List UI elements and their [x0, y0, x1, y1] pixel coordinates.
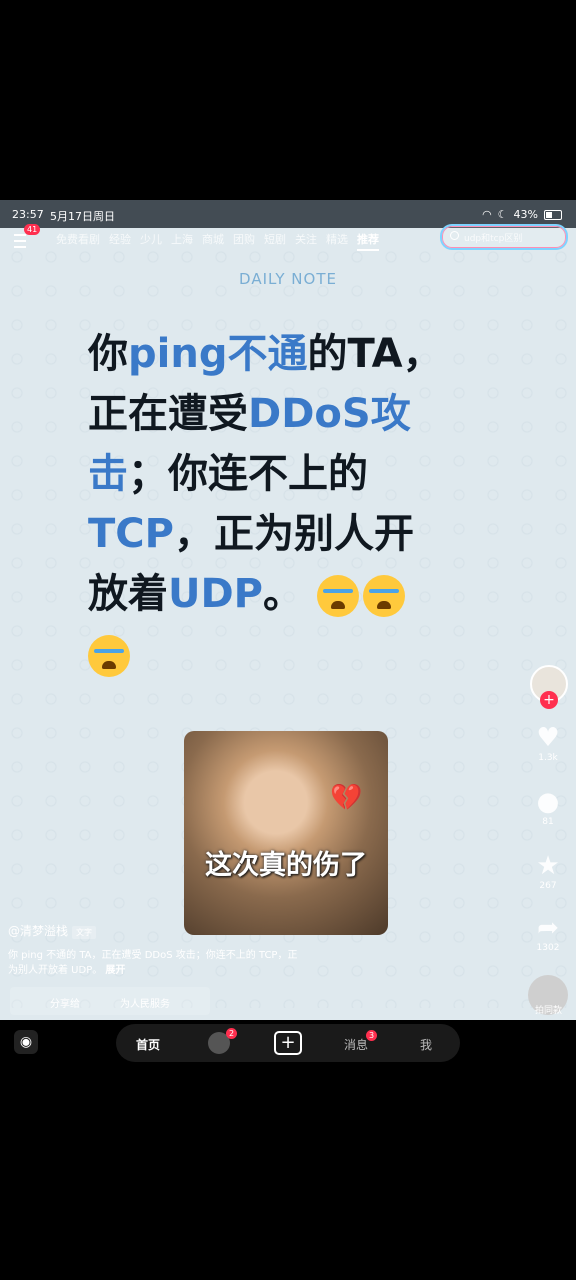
nav-me[interactable]: 我: [420, 1036, 432, 1053]
messages-badge: 3: [366, 1030, 378, 1041]
create-plus-icon[interactable]: +: [274, 1031, 302, 1055]
like-button[interactable]: ♥ 1.3k: [520, 723, 576, 763]
text: 正在遭受: [88, 391, 248, 437]
text-highlight: UDP: [168, 571, 263, 617]
search-placeholder: udp和tcp区别: [464, 234, 523, 244]
tab-group-buy[interactable]: 团购: [233, 231, 255, 251]
battery-text: 43%: [513, 208, 538, 221]
favorite-count: 267: [539, 881, 557, 891]
content-type-tag: 文字: [72, 926, 97, 939]
text: 你: [88, 331, 128, 377]
menu-icon[interactable]: [14, 234, 26, 248]
bottom-bar: ◉ 首页 2 + 消息 3 我: [0, 1020, 576, 1068]
text: 的TA，: [307, 331, 443, 377]
text: 。: [263, 571, 303, 617]
text: 放着: [88, 571, 168, 617]
battery-icon: [544, 209, 562, 220]
monkey-meme-image: 💔 这次真的伤了: [184, 731, 388, 935]
date: 5月17日周日: [50, 210, 115, 223]
text-highlight: DDoS攻: [248, 391, 411, 437]
author-handle: @清梦溢栈: [8, 924, 69, 938]
like-count: 1.3k: [538, 753, 558, 763]
nav-messages[interactable]: 消息: [344, 1036, 368, 1053]
text: ，正为别人开: [173, 511, 414, 557]
friends-badge: 2: [226, 1028, 238, 1039]
camera-icon[interactable]: ◉: [14, 1030, 38, 1054]
clock: 23:57: [12, 208, 44, 221]
expand-link[interactable]: 展开: [105, 965, 125, 976]
share-count: 1302: [536, 943, 560, 953]
tab-following[interactable]: 关注: [295, 231, 317, 251]
same-style-label: 拍同款: [534, 1006, 562, 1016]
tab-free-drama[interactable]: 免费看剧: [56, 231, 100, 251]
description-text: 你 ping 不通的 TA，正在遭受 DDoS 攻击；你连不上的 TCP，正为别…: [8, 950, 298, 976]
text-highlight: ping不通: [128, 331, 308, 377]
comment-count: 81: [542, 817, 554, 827]
status-icons: ◠ ☾ 43%: [482, 208, 562, 221]
phone-screen: 23:57 5月17日周日 ◠ ☾ 43% 41 免费看剧 经验 少儿 上海 商…: [0, 200, 576, 1068]
share-to-label: 分享给: [50, 999, 80, 1010]
meme-caption: 这次真的伤了: [205, 850, 367, 881]
moon-icon: ☾: [497, 208, 508, 221]
comment-button[interactable]: ● 81: [520, 787, 576, 827]
text-highlight: TCP: [88, 511, 174, 557]
tab-short-drama[interactable]: 短剧: [264, 231, 286, 251]
nav-home[interactable]: 首页: [136, 1036, 160, 1053]
crying-emoji-icon: [88, 635, 130, 677]
crying-emoji-icon: [362, 575, 405, 617]
crying-emoji-icon: [316, 575, 359, 617]
tab-kids[interactable]: 少儿: [140, 231, 162, 251]
wifi-icon: ◠: [482, 208, 492, 221]
daily-note-label: DAILY NOTE: [239, 270, 337, 288]
follow-plus-icon[interactable]: +: [540, 691, 558, 709]
text-highlight: 击: [88, 451, 128, 497]
tab-experience[interactable]: 经验: [109, 231, 131, 251]
comment-icon: ●: [536, 787, 560, 817]
post-headline: 你ping不通的TA， 正在遭受DDoS攻 击；你连不上的 TCP，正为别人开 …: [88, 324, 488, 684]
text: ；你连不上的: [128, 451, 368, 497]
search-box[interactable]: udp和tcp区别: [440, 224, 568, 250]
tab-featured[interactable]: 精选: [326, 231, 348, 251]
share-arrow-icon: ➦: [537, 913, 559, 943]
share-button[interactable]: ➦ 1302: [520, 913, 576, 953]
tab-mall[interactable]: 商城: [202, 231, 224, 251]
broken-heart-icon: 💔: [330, 783, 363, 813]
search-icon: [450, 231, 459, 240]
tab-recommended[interactable]: 推荐: [357, 231, 379, 251]
channel-tabs: 免费看剧 经验 少儿 上海 商城 团购 短剧 关注 精选 推荐: [36, 231, 379, 251]
favorite-button[interactable]: ★ 267: [520, 851, 576, 891]
heart-icon: ♥: [536, 723, 560, 753]
bottom-nav: 首页 2 + 消息 3 我: [116, 1024, 460, 1062]
tab-shanghai[interactable]: 上海: [171, 231, 193, 251]
share-target: 为人民服务: [120, 999, 170, 1010]
post-description: 你 ping 不通的 TA，正在遭受 DDoS 攻击；你连不上的 TCP，正为别…: [8, 948, 298, 978]
author-name[interactable]: @清梦溢栈 文字: [8, 922, 97, 939]
share-bar[interactable]: 分享给 为人民服务: [10, 987, 210, 1015]
star-icon: ★: [536, 851, 560, 881]
